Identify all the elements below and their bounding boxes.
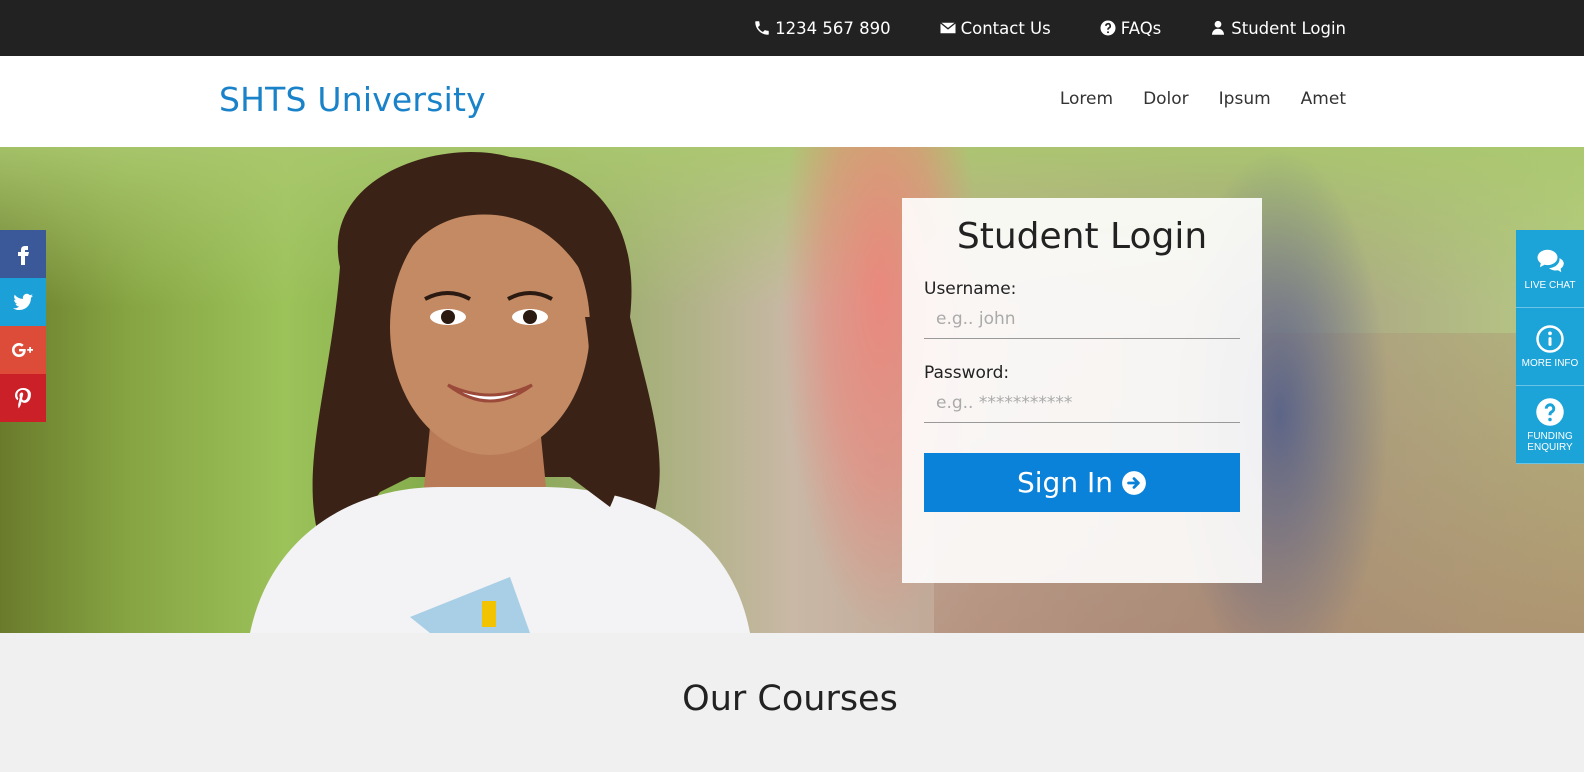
twitter-button[interactable] — [0, 278, 46, 326]
social-share-bar — [0, 230, 46, 422]
twitter-icon — [13, 293, 33, 311]
phone-icon — [755, 21, 769, 35]
student-login-form: Student Login Username: Password: Sign I… — [902, 198, 1262, 583]
live-chat-label: LIVE CHAT — [1524, 280, 1576, 291]
user-icon — [1212, 20, 1225, 35]
pinterest-button[interactable] — [0, 374, 46, 422]
more-info-button[interactable]: MORE INFO — [1516, 308, 1584, 386]
brand-logo[interactable]: SHTS University — [219, 80, 486, 119]
sign-in-button[interactable]: Sign In — [924, 453, 1240, 512]
top-bar: 1234 567 890 Contact Us FAQs Student Log… — [0, 0, 1584, 56]
nav-item-lorem[interactable]: Lorem — [1060, 89, 1113, 109]
chat-icon — [1537, 249, 1564, 273]
side-widgets: LIVE CHAT MORE INFO FUNDING ENQUIRY — [1516, 230, 1584, 464]
hero-student-image — [250, 151, 750, 633]
username-label: Username: — [924, 279, 1017, 299]
faqs-link[interactable]: FAQs — [1099, 18, 1162, 38]
question-icon — [1536, 397, 1564, 426]
login-title: Student Login — [956, 216, 1208, 257]
funding-enquiry-button[interactable]: FUNDING ENQUIRY — [1516, 386, 1584, 464]
faqs-label: FAQs — [1120, 18, 1162, 38]
site-header: SHTS University Lorem Dolor Ipsum Amet — [0, 56, 1584, 147]
hero-banner — [0, 147, 1584, 633]
google-plus-icon — [12, 343, 33, 357]
student-login-label: Student Login — [1231, 18, 1346, 38]
more-info-label: MORE INFO — [1521, 358, 1579, 369]
arrow-circle-right-icon — [1122, 470, 1146, 495]
student-login-link[interactable]: Student Login — [1209, 19, 1346, 38]
facebook-icon — [18, 246, 29, 265]
google-plus-button[interactable] — [0, 326, 46, 374]
question-circle-icon — [1100, 20, 1116, 36]
live-chat-button[interactable]: LIVE CHAT — [1516, 230, 1584, 308]
envelope-icon — [939, 22, 956, 34]
sign-in-label: Sign In — [1017, 466, 1113, 499]
courses-section: Our Courses — [0, 633, 1584, 772]
facebook-button[interactable] — [0, 230, 46, 278]
password-input[interactable] — [924, 383, 1240, 423]
nav-item-ipsum[interactable]: Ipsum — [1219, 89, 1271, 109]
main-nav: Lorem Dolor Ipsum Amet — [1060, 89, 1346, 109]
username-input[interactable] — [924, 299, 1240, 339]
contact-link[interactable]: Contact Us — [939, 19, 1051, 38]
funding-enquiry-label: FUNDING ENQUIRY — [1527, 430, 1573, 453]
nav-item-dolor[interactable]: Dolor — [1143, 89, 1189, 109]
top-links: 1234 567 890 Contact Us FAQs Student Log… — [753, 0, 1346, 56]
contact-label: Contact Us — [960, 18, 1051, 38]
pinterest-icon — [15, 388, 31, 409]
phone-number: 1234 567 890 — [775, 18, 891, 38]
password-label: Password: — [924, 363, 1010, 383]
courses-title: Our Courses — [682, 679, 898, 719]
phone-link[interactable]: 1234 567 890 — [753, 18, 891, 38]
nav-item-amet[interactable]: Amet — [1301, 89, 1346, 109]
info-icon — [1536, 325, 1564, 353]
